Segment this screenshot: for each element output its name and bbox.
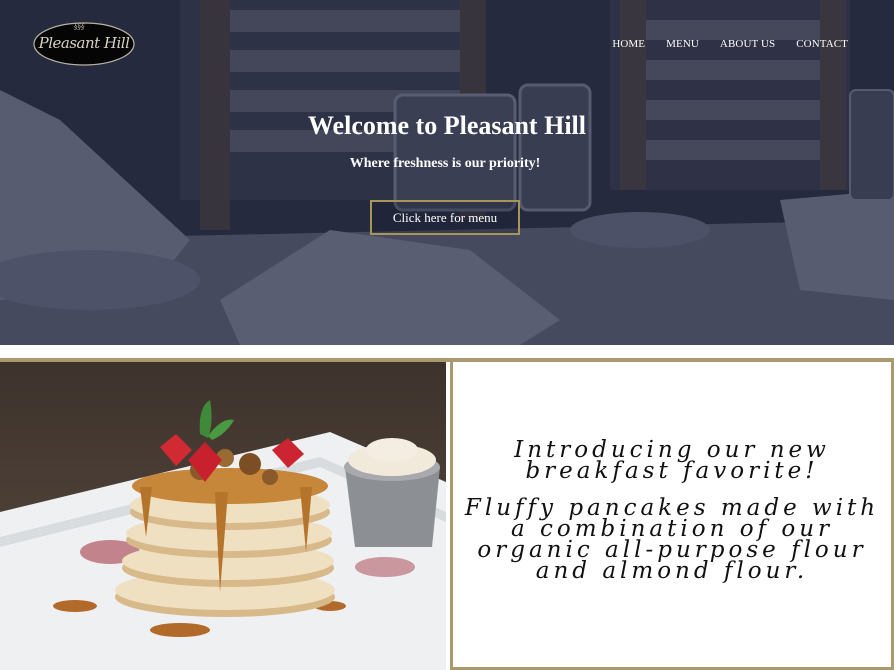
hero-subtitle: Where freshness is our priority! [349, 156, 541, 171]
hero-title: Welcome to Pleasant Hill [307, 111, 586, 140]
hero-section: §§§ Pleasant Hill HOME MENU ABOUT US CON… [0, 0, 894, 345]
promo-text: Introducing our new breakfast favorite! … [461, 437, 883, 598]
promo-card: Introducing our new breakfast favorite! … [450, 362, 894, 670]
nav-home[interactable]: HOME [612, 38, 645, 50]
pancake-stack-image [0, 362, 446, 670]
promo-heading: Introducing our new breakfast favorite! [514, 437, 830, 484]
nav-menu[interactable]: MENU [666, 38, 699, 50]
promo-body: Fluffy pancakes made with a combination … [464, 495, 880, 584]
logo-text: Pleasant Hill [38, 34, 130, 52]
brand-logo[interactable]: §§§ Pleasant Hill [33, 20, 135, 66]
nav-contact[interactable]: CONTACT [796, 38, 848, 50]
svg-text:§§§: §§§ [74, 23, 85, 31]
pancakes-photo [0, 362, 446, 670]
nav-about-us[interactable]: ABOUT US [720, 38, 775, 50]
main-nav: HOME MENU ABOUT US CONTACT [612, 38, 848, 50]
menu-button[interactable]: Click here for menu [370, 200, 520, 235]
